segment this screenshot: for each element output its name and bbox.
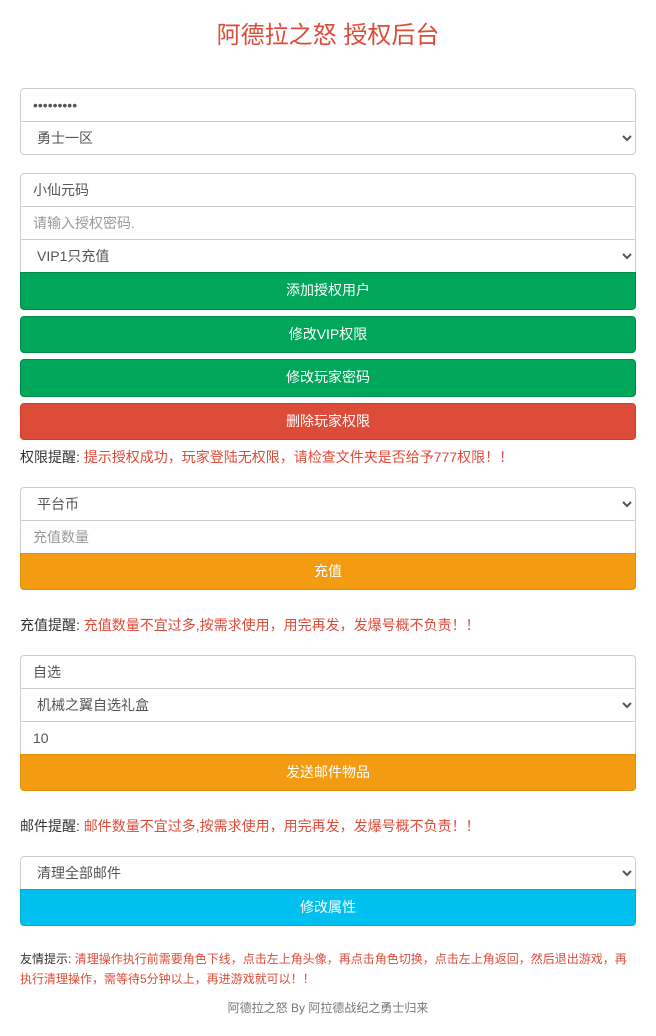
cleanup-select[interactable]: 清理全部邮件 — [20, 856, 636, 890]
footer-text: 阿德拉之怒 By 阿拉德战纪之勇士归来 — [20, 999, 636, 1016]
tools-hint: 友情提示: 清理操作执行前需要角色下线，点击左上角头像，再点击角色切换，点击左上… — [20, 950, 636, 988]
server-select[interactable]: 勇士一区 — [20, 121, 636, 155]
recharge-button[interactable]: 充值 — [20, 553, 636, 591]
modify-attribute-button[interactable]: 修改属性 — [20, 889, 636, 927]
mail-section: 机械之翼自选礼盒 发送邮件物品 邮件提醒: 邮件数量不宜过多,按需求使用，用完再… — [20, 655, 636, 838]
modify-vip-button[interactable]: 修改VIP权限 — [20, 316, 636, 354]
mail-item-select[interactable]: 机械之翼自选礼盒 — [20, 688, 636, 722]
tools-hint-text: 清理操作执行前需要角色下线，点击左上角头像，再点击角色切换，点击左上角返回，然后… — [20, 952, 627, 985]
recharge-amount-input[interactable] — [20, 520, 636, 554]
auth-user-input[interactable] — [20, 173, 636, 207]
currency-select[interactable]: 平台币 — [20, 487, 636, 521]
auth-hint: 权限提醒: 提示授权成功，玩家登陆无权限，请检查文件夹是否给予777权限！！ — [20, 446, 636, 468]
mail-type-input[interactable] — [20, 655, 636, 689]
tools-section: 清理全部邮件 修改属性 友情提示: 清理操作执行前需要角色下线，点击左上角头像，… — [20, 856, 636, 989]
auth-section: VIP1只充值 添加授权用户 修改VIP权限 修改玩家密码 删除玩家权限 权限提… — [20, 173, 636, 469]
delete-permission-button[interactable]: 删除玩家权限 — [20, 403, 636, 441]
mail-hint-label: 邮件提醒: — [20, 818, 80, 834]
modify-password-button[interactable]: 修改玩家密码 — [20, 359, 636, 397]
tools-hint-label: 友情提示: — [20, 952, 71, 966]
add-auth-user-button[interactable]: 添加授权用户 — [20, 272, 636, 310]
recharge-hint: 充值提醒: 充值数量不宜过多,按需求使用，用完再发，发爆号概不负责！！ — [20, 614, 636, 636]
recharge-section: 平台币 充值 充值提醒: 充值数量不宜过多,按需求使用，用完再发，发爆号概不负责… — [20, 487, 636, 637]
login-section: 勇士一区 — [20, 88, 636, 155]
password-input[interactable] — [20, 88, 636, 122]
mail-hint-text: 邮件数量不宜过多,按需求使用，用完再发，发爆号概不负责！！ — [84, 818, 480, 834]
page-title: 阿德拉之怒 授权后台 — [20, 0, 636, 70]
auth-code-input[interactable] — [20, 206, 636, 240]
recharge-hint-text: 充值数量不宜过多,按需求使用，用完再发，发爆号概不负责！！ — [84, 617, 480, 633]
vip-level-select[interactable]: VIP1只充值 — [20, 239, 636, 273]
mail-qty-input[interactable] — [20, 721, 636, 755]
auth-hint-label: 权限提醒: — [20, 449, 80, 465]
auth-hint-text: 提示授权成功，玩家登陆无权限，请检查文件夹是否给予777权限！！ — [84, 449, 513, 465]
recharge-hint-label: 充值提醒: — [20, 617, 80, 633]
mail-hint: 邮件提醒: 邮件数量不宜过多,按需求使用，用完再发，发爆号概不负责！！ — [20, 815, 636, 837]
send-mail-button[interactable]: 发送邮件物品 — [20, 754, 636, 792]
